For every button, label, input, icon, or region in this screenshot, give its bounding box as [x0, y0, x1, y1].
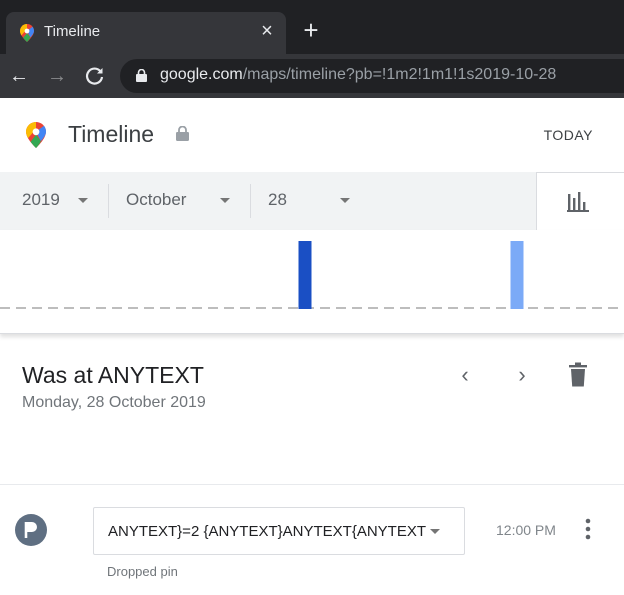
visit-title: Was at ANYTEXT [22, 362, 204, 388]
year-value: 2019 [22, 190, 60, 209]
next-day-button[interactable]: › [510, 364, 534, 388]
google-maps-favicon-icon [20, 24, 34, 42]
caret-down-icon [430, 529, 440, 534]
visit-summary: Was at ANYTEXT Monday, 28 October 2019 ‹… [0, 334, 624, 484]
place-name-dropdown[interactable]: ANYTEXT}=2 {ANYTEXT}ANYTEXT{ANYTEXT' [93, 507, 465, 555]
page-header: Timeline TODAY [0, 98, 624, 172]
activity-chart-svg [0, 241, 624, 309]
private-lock-icon [176, 126, 189, 141]
lock-icon [136, 69, 147, 82]
day-dropdown[interactable]: 28 [250, 172, 390, 230]
caret-down-icon [220, 198, 230, 203]
activity-chart [0, 230, 624, 334]
place-time: 12:00 PM [496, 522, 556, 538]
month-dropdown[interactable]: October [108, 172, 250, 230]
today-button[interactable]: TODAY [544, 127, 593, 143]
browser-toolbar: ← → google.com/maps/timeline?pb=!1m2!1m1… [0, 54, 624, 98]
back-arrow-icon[interactable]: ← [4, 61, 34, 91]
year-dropdown[interactable]: 2019 [0, 172, 108, 230]
dropped-pin-flag-icon [15, 514, 47, 546]
tab-timeline[interactable]: Timeline × [6, 12, 286, 54]
stats-button[interactable] [536, 172, 624, 230]
reload-glyph-icon [86, 67, 104, 85]
delete-trash-icon[interactable] [566, 362, 590, 388]
place-name: ANYTEXT}=2 {ANYTEXT}ANYTEXT{ANYTEXT' [108, 523, 426, 540]
month-value: October [126, 190, 187, 209]
activity-bar-other[interactable] [510, 241, 524, 309]
activity-bar-selected[interactable] [298, 241, 312, 309]
address-bar[interactable]: google.com/maps/timeline?pb=!1m2!1m1!1s2… [120, 59, 624, 93]
caret-down-icon [340, 198, 350, 203]
place-subtitle: Dropped pin [107, 564, 178, 579]
bar-chart-icon [567, 192, 589, 212]
caret-down-icon [78, 198, 88, 203]
url-host: google.com [160, 66, 243, 83]
new-tab-button[interactable]: + [298, 17, 324, 44]
place-entry: ANYTEXT}=2 {ANYTEXT}ANYTEXT{ANYTEXT' 12:… [0, 485, 624, 595]
visit-date: Monday, 28 October 2019 [22, 394, 206, 411]
forward-arrow-icon[interactable]: → [42, 61, 72, 91]
url-text: google.com/maps/timeline?pb=!1m2!1m1!1s2… [160, 66, 556, 84]
tab-close-icon[interactable]: × [256, 20, 278, 42]
previous-day-button[interactable]: ‹ [453, 364, 477, 388]
date-picker-bar: 2019 October 28 [0, 172, 624, 230]
more-vert-icon[interactable] [578, 517, 598, 541]
google-maps-logo-icon [26, 122, 46, 148]
reload-icon[interactable] [80, 61, 110, 91]
tab-title: Timeline [44, 23, 101, 40]
day-value: 28 [268, 190, 287, 209]
page-title: Timeline [68, 121, 155, 147]
timeline-page: Timeline TODAY 2019 October 28 Was at AN… [0, 98, 624, 594]
browser-window: Timeline × + ← → google.com/maps/timelin… [0, 0, 624, 594]
tab-strip: Timeline × + [0, 0, 624, 54]
url-path: /maps/timeline?pb=!1m2!1m1!1s2019-10-28 [242, 66, 557, 83]
